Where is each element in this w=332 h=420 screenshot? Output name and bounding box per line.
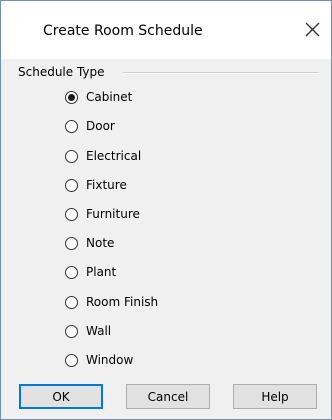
radio-window[interactable]: Window [65,350,133,370]
cancel-button[interactable]: Cancel [126,384,210,409]
radio-label: Window [86,353,134,367]
ok-button[interactable]: OK [19,384,103,409]
radio-room-finish[interactable]: Room Finish [65,292,158,312]
radio-unselected-icon [65,178,78,192]
close-button[interactable] [299,18,325,42]
radio-unselected-icon [65,353,78,367]
radio-note[interactable]: Note [65,233,114,253]
radio-cabinet[interactable]: Cabinet [65,87,132,107]
radio-unselected-icon [65,236,78,250]
title-bar: Create Room Schedule [1,1,331,59]
radio-unselected-icon [65,207,78,221]
radio-furniture[interactable]: Furniture [65,204,140,224]
radio-label: Note [86,236,115,250]
radio-label: Door [86,119,115,133]
radio-label: Wall [86,324,112,338]
radio-unselected-icon [65,265,78,279]
radio-door[interactable]: Door [65,116,115,136]
radio-unselected-icon [65,295,78,309]
radio-wall[interactable]: Wall [65,321,111,341]
dialog-title: Create Room Schedule [43,23,203,39]
schedule-type-group-label: Schedule Type [18,64,111,80]
radio-unselected-icon [65,149,78,163]
group-divider [123,72,319,74]
radio-unselected-icon [65,119,78,133]
radio-label: Electrical [86,149,142,163]
radio-unselected-icon [65,324,78,338]
help-button[interactable]: Help [233,384,317,409]
radio-label: Plant [86,265,117,279]
create-room-schedule-dialog: Create Room Schedule Schedule Type Cabin… [0,0,332,420]
radio-label: Cabinet [86,90,133,104]
radio-electrical[interactable]: Electrical [65,146,141,166]
radio-label: Furniture [86,207,140,221]
radio-fixture[interactable]: Fixture [65,175,127,195]
radio-selected-icon [65,90,78,104]
radio-label: Fixture [86,178,127,192]
radio-label: Room Finish [86,295,159,309]
radio-plant[interactable]: Plant [65,262,116,282]
close-icon [305,22,320,37]
